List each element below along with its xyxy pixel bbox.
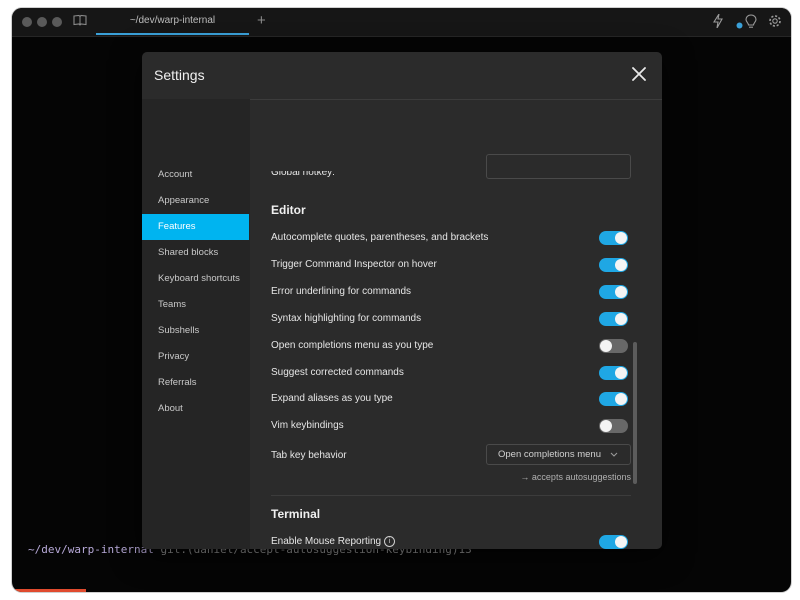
sidebar-item-appearance[interactable]: Appearance (142, 188, 249, 214)
setting-toggle[interactable] (599, 338, 628, 353)
toggle-knob (615, 312, 627, 325)
sidebar-item-keyboard-shortcuts[interactable]: Keyboard shortcuts (142, 266, 249, 292)
tab-warp-internal[interactable]: ~/dev/warp-internal (96, 8, 249, 34)
sidebar-item-about[interactable]: About (142, 396, 249, 422)
tab-key-behavior-select[interactable]: Open completions menu (486, 444, 631, 465)
close-window-button[interactable] (22, 17, 32, 27)
sidebar-item-features[interactable]: Features (142, 214, 249, 240)
global-hotkey-label: Global hotkey: (271, 167, 335, 178)
toggle-knob (615, 536, 627, 548)
sidebar-item-referrals[interactable]: Referrals (142, 370, 249, 396)
setting-label: Suggest corrected commands (271, 367, 404, 378)
toggle-knob (600, 339, 612, 352)
setting-label: Vim keybindings (271, 420, 344, 431)
sidebar-item-privacy[interactable]: Privacy (142, 344, 249, 370)
setting-toggle[interactable] (599, 284, 628, 299)
setting-toggle[interactable] (599, 535, 628, 549)
minimize-window-button[interactable] (37, 17, 47, 27)
tab-key-behavior-label: Tab key behavior (271, 450, 347, 461)
setting-label: Open completions menu as you type (271, 340, 433, 351)
setting-label: Enable Mouse Reporting i (271, 536, 396, 548)
section-divider (271, 495, 631, 496)
setting-toggle[interactable] (599, 231, 628, 245)
toggle-knob (600, 420, 612, 433)
setting-label: Trigger Command Inspector on hover (271, 259, 437, 270)
bottom-progress-accent (12, 589, 86, 592)
global-hotkey-field[interactable] (486, 154, 631, 179)
chevron-down-icon (610, 445, 618, 471)
setting-toggle[interactable] (599, 365, 628, 380)
settings-sidebar: Account Appearance Features Shared blocks Ke… (142, 99, 250, 549)
setting-label-text: Vim keybindings (271, 420, 344, 432)
setting-label-text: Syntax highlighting for commands (271, 312, 422, 324)
settings-content: Global hotkey: Editor Autocomplete quote… (250, 99, 662, 549)
maximize-window-button[interactable] (52, 17, 62, 27)
info-icon[interactable]: i (384, 536, 396, 547)
sidebar-item-shared-blocks[interactable]: Shared blocks (142, 240, 249, 266)
setting-label-text: Open completions menu as you type (271, 339, 434, 351)
setting-label: Expand aliases as you type (271, 393, 393, 404)
prompt-path: ~/dev/warp-internal (28, 543, 154, 556)
sidebar-item-teams[interactable]: Teams (142, 292, 249, 318)
active-tab-indicator (96, 33, 249, 35)
toggle-knob (615, 232, 627, 244)
sidebar-item-account[interactable]: Account (142, 162, 249, 188)
new-tab-button[interactable]: + (257, 13, 266, 29)
toggle-knob (615, 258, 627, 271)
sidebar-item-subshells[interactable]: Subshells (142, 318, 249, 344)
setting-label-text: Enable Mouse Reporting (271, 536, 382, 548)
setting-label: Error underlining for commands (271, 286, 411, 297)
title-bar: ~/dev/warp-internal + (12, 8, 791, 37)
setting-label-text: Error underlining for commands (271, 285, 412, 297)
close-icon[interactable] (630, 65, 648, 83)
setting-toggle[interactable] (599, 419, 628, 434)
gear-icon[interactable] (768, 14, 782, 32)
editor-section-title: Editor (271, 203, 306, 217)
setting-label: Autocomplete quotes, parentheses, and br… (271, 232, 488, 243)
setting-toggle[interactable] (599, 392, 628, 407)
tab-key-hint: → accepts autosuggestions (520, 472, 631, 482)
lightbulb-icon[interactable] (745, 14, 757, 33)
toggle-knob (615, 366, 627, 379)
setting-label-text: Autocomplete quotes, parentheses, and br… (271, 232, 489, 243)
terminal-section-title: Terminal (271, 507, 321, 521)
tab-key-behavior-value: Open completions menu (498, 449, 601, 460)
setting-label: Syntax highlighting for commands (271, 313, 421, 324)
setting-label-text: Suggest corrected commands (271, 366, 404, 378)
notification-dot (736, 17, 743, 33)
setting-label-text: Trigger Command Inspector on hover (271, 258, 437, 270)
settings-title: Settings (154, 67, 205, 83)
setting-toggle[interactable] (599, 311, 628, 326)
setting-label-text: Expand aliases as you type (271, 393, 393, 405)
bolt-icon[interactable] (713, 13, 723, 32)
book-icon[interactable] (73, 14, 87, 30)
settings-header: Settings (142, 52, 662, 100)
toggle-knob (615, 285, 627, 298)
settings-dialog: Settings Account Appearance Features Shared… (142, 52, 662, 549)
toggle-knob (615, 393, 627, 406)
setting-toggle[interactable] (599, 257, 628, 272)
content-scrollbar[interactable] (633, 342, 637, 484)
